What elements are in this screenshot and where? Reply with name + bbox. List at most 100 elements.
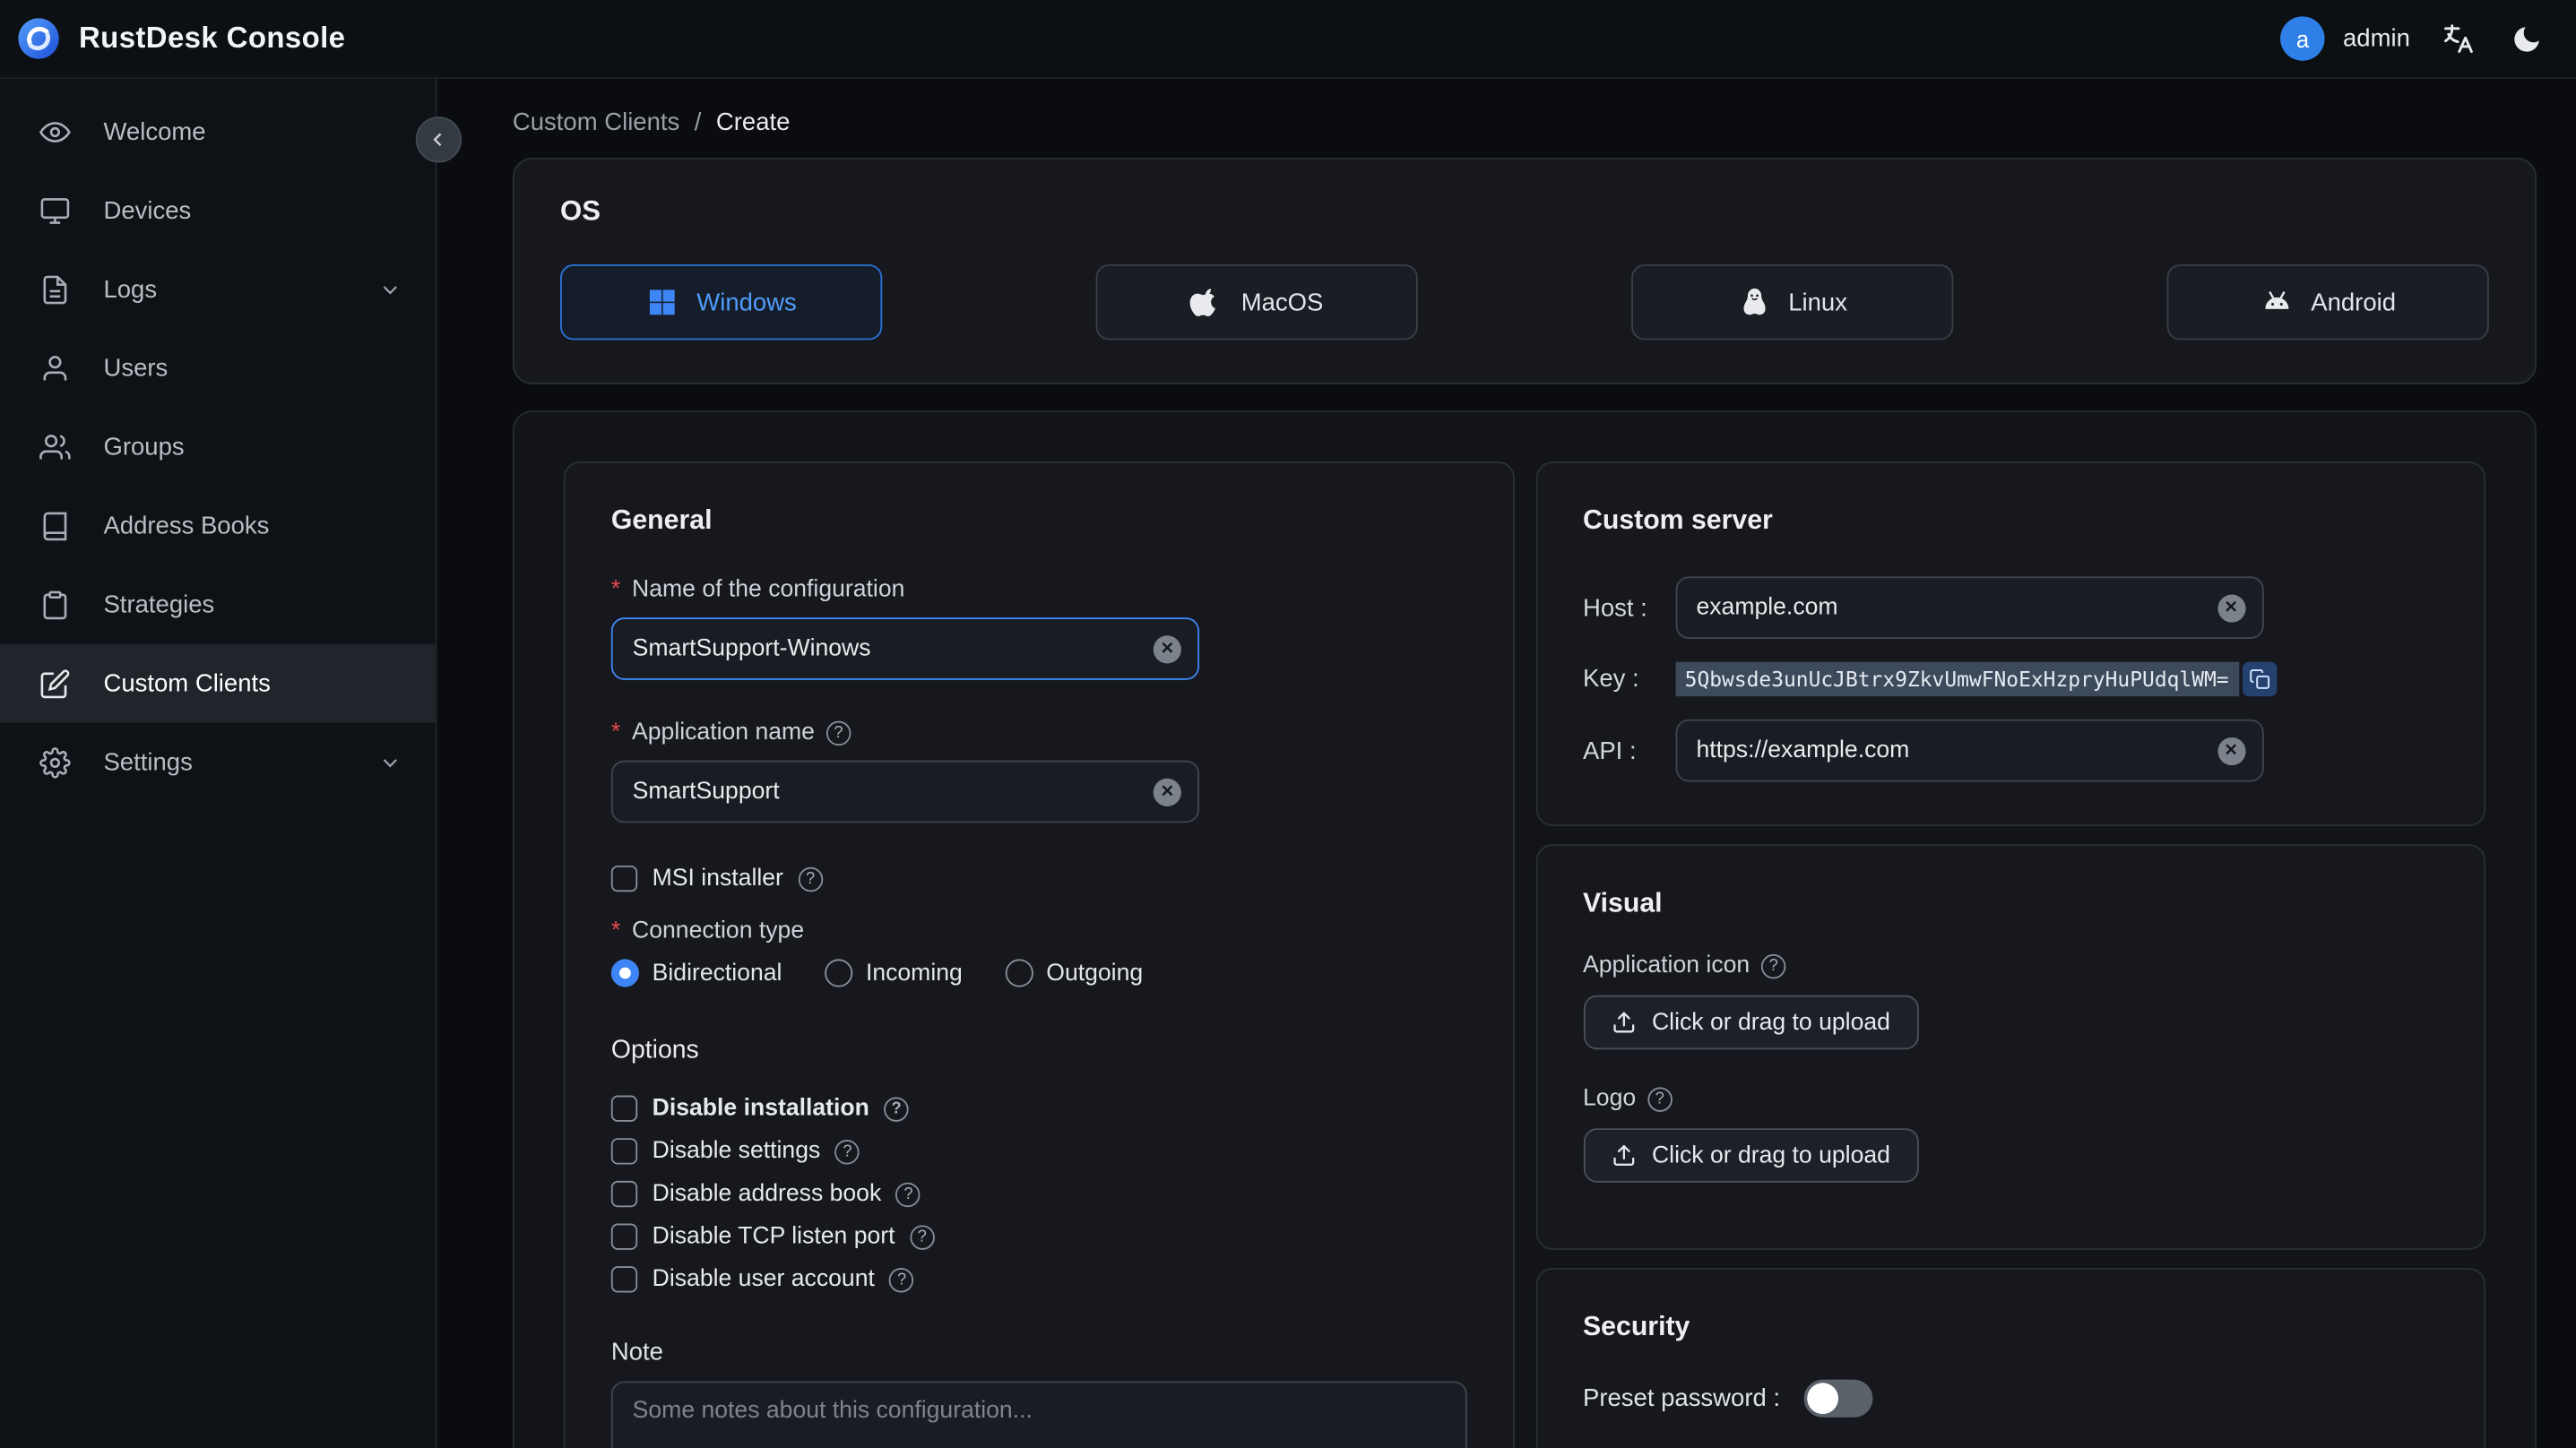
radio-icon[interactable]	[825, 959, 853, 987]
os-button-windows[interactable]: Windows	[560, 264, 883, 340]
apple-icon	[1190, 286, 1223, 319]
required-asterisk: *	[610, 918, 621, 944]
breadcrumb-current: Create	[715, 108, 791, 137]
checkbox[interactable]	[610, 1138, 638, 1165]
os-button-android[interactable]: Android	[2166, 264, 2489, 340]
host-row: Host : ✕	[1583, 576, 2438, 640]
sidebar-item-users[interactable]: Users	[0, 329, 436, 408]
security-card: Security Preset password :	[1534, 1268, 2486, 1448]
clear-icon[interactable]: ✕	[1153, 634, 1181, 663]
checkbox[interactable]	[610, 1095, 638, 1122]
translate-icon[interactable]	[2438, 18, 2479, 59]
radio-outgoing[interactable]: Outgoing	[1005, 959, 1143, 987]
checkbox[interactable]	[610, 1180, 638, 1208]
key-value: 5Qbwsde3unUcJBtrx9ZkvUmwFNoExHzpryHuPUdq…	[1674, 661, 2239, 697]
os-card: OS Windows MacOS Linux Android	[512, 157, 2537, 384]
name-label: * Name of the configuration	[610, 576, 905, 603]
application-name-label: * Application name ?	[611, 720, 1466, 746]
name-input[interactable]	[632, 635, 1145, 662]
chevron-down-icon	[378, 750, 402, 774]
help-icon[interactable]: ?	[884, 1096, 909, 1121]
os-button-label: Windows	[696, 288, 797, 316]
custom-server-title: Custom server	[1583, 505, 1773, 536]
msi-installer-label: MSI installer	[652, 865, 783, 892]
option-disable-installation[interactable]: Disable installation ?	[610, 1095, 1466, 1122]
os-button-macos[interactable]: MacOS	[1095, 264, 1418, 340]
help-icon[interactable]: ?	[834, 1139, 860, 1164]
radio-bidirectional[interactable]: Bidirectional	[610, 959, 782, 987]
msi-installer-checkbox[interactable]	[610, 865, 638, 892]
custom-server-card: Custom server Host : ✕ Key : 5Qbwsde3unU…	[1534, 461, 2486, 826]
general-card: General * Name of the configuration ✕ * …	[563, 461, 1515, 1448]
sidebar: Welcome Devices Logs Users Groups Addres…	[0, 78, 437, 1448]
api-input[interactable]	[1696, 737, 2209, 764]
checkbox[interactable]	[610, 1223, 638, 1250]
sidebar-collapse-button[interactable]	[415, 116, 462, 163]
connection-type-label: * Connection type	[610, 918, 805, 944]
os-options: Windows MacOS Linux Android	[560, 264, 2489, 340]
clear-icon[interactable]: ✕	[2217, 737, 2245, 765]
sidebar-item-label: Address Books	[103, 511, 270, 540]
logo-label: Logo ?	[1583, 1086, 2438, 1112]
chevron-down-icon	[378, 277, 402, 301]
help-icon[interactable]: ?	[895, 1181, 921, 1207]
logo-upload-button[interactable]: Click or drag to upload	[1583, 1128, 1919, 1183]
help-icon[interactable]: ?	[1761, 953, 1786, 978]
help-icon[interactable]: ?	[798, 866, 823, 892]
option-disable-user-account[interactable]: Disable user account ?	[610, 1266, 1466, 1293]
app-title: RustDesk Console	[78, 21, 346, 55]
sidebar-item-groups[interactable]: Groups	[0, 408, 436, 487]
required-asterisk: *	[610, 576, 621, 603]
option-disable-address-book[interactable]: Disable address book ?	[610, 1180, 1466, 1208]
options-list: Disable installation ? Disable settings …	[610, 1095, 1466, 1293]
checkbox[interactable]	[610, 1266, 638, 1293]
required-asterisk: *	[610, 719, 621, 746]
help-icon[interactable]: ?	[826, 720, 851, 746]
application-icon-upload-button[interactable]: Click or drag to upload	[1583, 995, 1919, 1050]
note-textarea[interactable]	[610, 1381, 1466, 1448]
radio-icon[interactable]	[610, 959, 640, 987]
help-icon[interactable]: ?	[910, 1224, 935, 1249]
sidebar-item-label: Groups	[103, 432, 185, 461]
avatar[interactable]: a	[2280, 16, 2325, 61]
topbar-right: a admin	[2280, 16, 2546, 61]
breadcrumb-parent[interactable]: Custom Clients	[513, 108, 679, 136]
preset-password-label: Preset password :	[1583, 1384, 1781, 1413]
visual-title: Visual	[1583, 888, 1663, 918]
api-row: API : ✕	[1583, 719, 2438, 782]
option-disable-tcp-listen-port[interactable]: Disable TCP listen port ?	[610, 1223, 1466, 1250]
sidebar-item-logs[interactable]: Logs	[0, 250, 436, 329]
copy-icon[interactable]	[2242, 661, 2277, 697]
clear-icon[interactable]: ✕	[2217, 593, 2245, 622]
sidebar-item-label: Welcome	[103, 117, 206, 146]
sidebar-item-address-books[interactable]: Address Books	[0, 487, 436, 565]
help-icon[interactable]: ?	[889, 1267, 914, 1292]
sidebar-item-custom-clients[interactable]: Custom Clients	[0, 643, 436, 723]
windows-icon	[645, 286, 679, 319]
sidebar-item-settings[interactable]: Settings	[0, 722, 436, 801]
general-title: General	[610, 505, 713, 536]
clear-icon[interactable]: ✕	[1153, 777, 1181, 806]
username[interactable]: admin	[2343, 24, 2410, 52]
sidebar-item-label: Devices	[103, 196, 192, 225]
breadcrumb: Custom Clients / Create	[513, 108, 2537, 136]
rustdesk-logo-icon	[16, 16, 60, 60]
dark-mode-moon-icon[interactable]	[2507, 19, 2546, 58]
option-disable-settings[interactable]: Disable settings ?	[610, 1138, 1466, 1165]
os-button-linux[interactable]: Linux	[1631, 264, 1954, 340]
help-icon[interactable]: ?	[1647, 1086, 1673, 1111]
sidebar-item-devices[interactable]: Devices	[0, 171, 436, 250]
radio-icon[interactable]	[1005, 959, 1033, 987]
host-input[interactable]	[1696, 594, 2209, 621]
sidebar-item-welcome[interactable]: Welcome	[0, 92, 436, 171]
msi-installer-checkbox-row[interactable]: MSI installer ?	[610, 865, 1466, 892]
preset-password-toggle[interactable]	[1802, 1379, 1872, 1418]
api-label: API :	[1583, 737, 1637, 765]
sidebar-item-strategies[interactable]: Strategies	[0, 565, 436, 644]
radio-incoming[interactable]: Incoming	[825, 959, 963, 987]
key-label: Key :	[1583, 665, 1639, 694]
os-button-label: MacOS	[1240, 288, 1324, 316]
topbar: RustDesk Console a admin	[0, 0, 2576, 79]
sidebar-item-label: Settings	[103, 747, 193, 777]
application-name-input[interactable]	[632, 778, 1145, 806]
